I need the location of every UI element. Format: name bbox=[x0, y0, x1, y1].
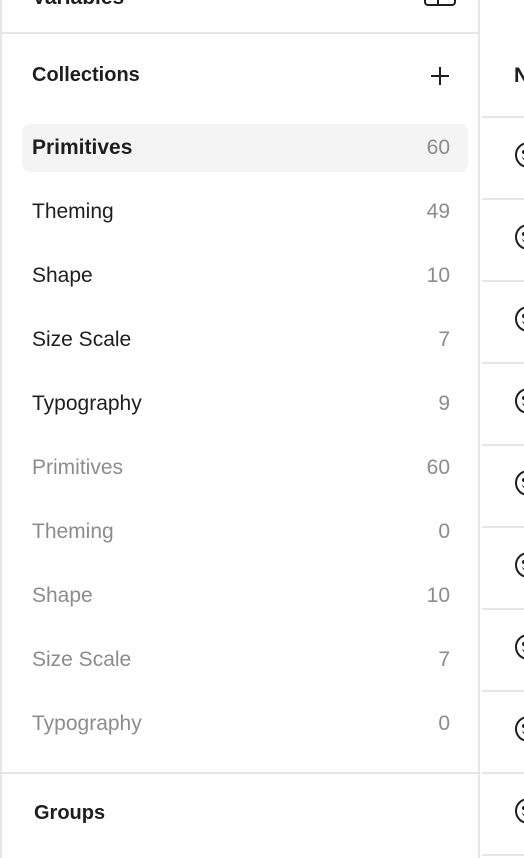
collection-item[interactable]: Size Scale 7 bbox=[22, 316, 468, 364]
variable-row[interactable] bbox=[482, 690, 524, 774]
variable-row[interactable] bbox=[482, 280, 524, 364]
collections-panel: Variables Collections Primitives 60 Themin… bbox=[0, 0, 480, 858]
collection-item-label: Primitives bbox=[32, 136, 133, 159]
smiley-icon bbox=[515, 798, 524, 824]
collection-item[interactable]: Theming 0 bbox=[22, 508, 468, 556]
panel-top-strip: Variables bbox=[2, 0, 478, 34]
section-divider bbox=[2, 772, 478, 774]
collection-item-label: Theming bbox=[32, 520, 114, 543]
collection-item[interactable]: Typography 0 bbox=[22, 700, 468, 748]
collection-item[interactable]: Shape 10 bbox=[22, 252, 468, 300]
collection-item[interactable]: Typography 9 bbox=[22, 380, 468, 428]
add-collection-button[interactable] bbox=[426, 62, 454, 90]
collection-item-count: 9 bbox=[438, 392, 450, 415]
collection-item[interactable]: Theming 49 bbox=[22, 188, 468, 236]
smiley-icon bbox=[515, 716, 524, 742]
collection-item-count: 60 bbox=[426, 456, 450, 479]
collection-item-label: Typography bbox=[32, 712, 142, 735]
variable-row[interactable] bbox=[482, 772, 524, 856]
groups-title: Groups bbox=[34, 802, 106, 824]
collection-item[interactable]: Size Scale 7 bbox=[22, 636, 468, 684]
variables-title: Variables bbox=[32, 0, 124, 10]
collection-item-label: Primitives bbox=[32, 456, 124, 479]
collection-item-label: Typography bbox=[32, 392, 142, 415]
smiley-icon bbox=[515, 142, 524, 168]
collections-title: Collections bbox=[32, 64, 140, 86]
variable-row[interactable] bbox=[482, 116, 524, 200]
variable-row[interactable] bbox=[482, 362, 524, 446]
smiley-icon bbox=[515, 306, 524, 332]
smiley-icon bbox=[515, 388, 524, 414]
variable-row[interactable] bbox=[482, 608, 524, 692]
variables-table-column: N bbox=[482, 0, 524, 858]
collection-item-count: 0 bbox=[438, 712, 450, 735]
collection-item-label: Shape bbox=[32, 584, 93, 607]
collection-item-count: 7 bbox=[438, 328, 450, 351]
variable-row[interactable] bbox=[482, 34, 524, 118]
collection-item-label: Shape bbox=[32, 264, 93, 287]
smiley-icon bbox=[515, 552, 524, 578]
collection-item-count: 10 bbox=[426, 584, 450, 607]
variable-row[interactable] bbox=[482, 444, 524, 528]
collection-item-count: 10 bbox=[426, 264, 450, 287]
variable-row[interactable] bbox=[482, 526, 524, 610]
collection-item[interactable]: Shape 10 bbox=[22, 572, 468, 620]
collection-item-count: 49 bbox=[426, 200, 450, 223]
collection-item[interactable]: Primitives 60 bbox=[22, 124, 468, 172]
variable-row[interactable] bbox=[482, 198, 524, 282]
collection-item-count: 60 bbox=[426, 136, 450, 159]
smiley-icon bbox=[515, 470, 524, 496]
smiley-icon bbox=[515, 634, 524, 660]
collection-item[interactable]: Primitives 60 bbox=[22, 444, 468, 492]
collection-item-label: Theming bbox=[32, 200, 114, 223]
collection-item-label: Size Scale bbox=[32, 328, 132, 351]
smiley-icon bbox=[515, 224, 524, 250]
table-icon[interactable] bbox=[424, 0, 456, 6]
collection-item-count: 0 bbox=[438, 520, 450, 543]
collection-item-count: 7 bbox=[438, 648, 450, 671]
collection-item-label: Size Scale bbox=[32, 648, 132, 671]
